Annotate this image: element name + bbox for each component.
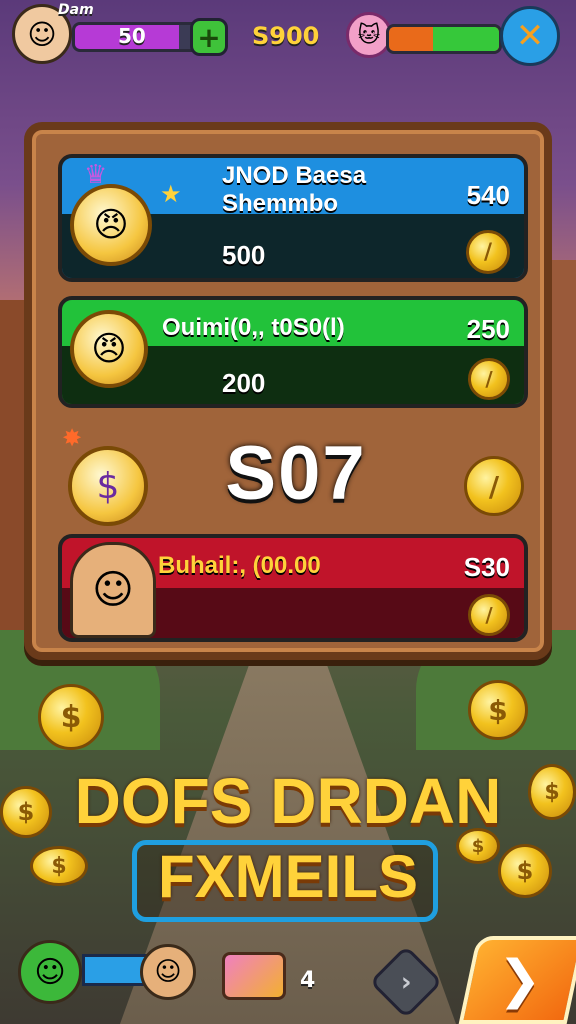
bottom-bar: ☺ ☺ 4 › ❯: [0, 930, 576, 1024]
reward-row-1-value: 500: [222, 240, 266, 270]
close-x-icon: ✕: [515, 16, 545, 56]
reward-row-3-title: Buhail:, (00.00: [158, 552, 321, 579]
reward-row-2-title: Ouimi(0,, t0S0(l): [162, 314, 345, 341]
coin-icon: $: [468, 680, 528, 740]
reward-row-3-score: S30: [463, 552, 510, 582]
top-hud: ☺ Dam 50 + S900 🐱 ✕: [0, 0, 576, 90]
title-line-1: DOFS DRDAN: [74, 765, 502, 837]
add-button[interactable]: +: [190, 18, 228, 56]
star-icon: ★: [160, 180, 182, 208]
gift-chest-icon[interactable]: [222, 952, 286, 1000]
friend-avatar-1[interactable]: ☺: [18, 940, 82, 1004]
crown-icon: ♛: [84, 160, 108, 190]
chevron-right-icon: ›: [400, 967, 412, 997]
title-line-2: FXMEILS: [157, 843, 418, 910]
reward-row-3[interactable]: ☺ Buhail:, (00.00 S30 /: [58, 534, 528, 642]
coin-icon: /: [468, 594, 510, 636]
reward-row-1-score: 540: [466, 180, 510, 210]
coin-icon: /: [466, 230, 510, 274]
coin-icon: /: [464, 456, 524, 516]
reward-row-1-title: JNOD Baesa Shemmbo: [222, 162, 367, 217]
next-button[interactable]: ›: [369, 945, 443, 1019]
player-score: 50: [118, 24, 146, 48]
leaderboard-panel: 😠 ♛ ★ JNOD Baesa Shemmbo 500 540 / 😠 Oui…: [24, 122, 552, 660]
play-button[interactable]: ❯: [458, 936, 576, 1024]
player-label: Dam: [58, 2, 94, 18]
plus-icon: +: [197, 20, 221, 54]
arrow-right-icon: ❯: [498, 950, 542, 1010]
reward-row-2[interactable]: 😠 Ouimi(0,, t0S0(l) 200 250 /: [58, 296, 528, 408]
reward-row-2-value: 200: [222, 368, 266, 398]
energy-bar: [386, 24, 502, 54]
close-button[interactable]: ✕: [500, 6, 560, 66]
coin-counter: S900: [252, 22, 320, 50]
energy-bar-fill: [433, 27, 499, 51]
reward-row-2-score: 250: [466, 314, 510, 344]
coin-icon: /: [468, 358, 510, 400]
gift-count: 4: [300, 968, 316, 993]
mascot-badge-icon: 😠: [70, 310, 148, 388]
coin-icon: $: [38, 684, 104, 750]
crowned-mascot-icon: 😠: [70, 184, 152, 266]
character-portrait-icon: ☺: [70, 542, 156, 638]
friend-avatar-2[interactable]: ☺: [140, 944, 196, 1000]
reward-row-1[interactable]: 😠 ♛ ★ JNOD Baesa Shemmbo 500 540 /: [58, 154, 528, 282]
